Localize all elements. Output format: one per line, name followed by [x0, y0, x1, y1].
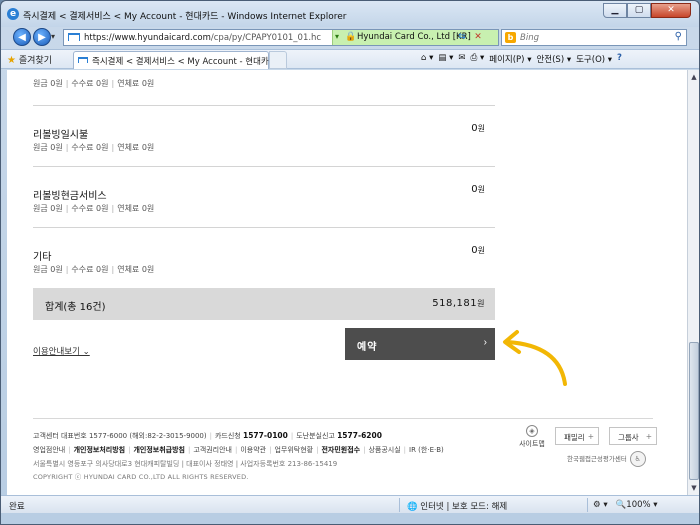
- divider: [33, 166, 495, 167]
- browser-window: e 즉시결제 < 결제서비스 < My Account - 현대카드 - Win…: [0, 0, 700, 525]
- accessibility-award: 한국웹접근성평가센터 ♿: [567, 451, 646, 467]
- compatibility-view-icon[interactable]: ⇆: [455, 31, 469, 44]
- page-menu[interactable]: 페이지(P) ▾: [489, 53, 531, 65]
- page-footer: 고객센터 대표번호 1577-6000 (해외:82-2-3015-9000) |…: [33, 418, 657, 488]
- usage-guide-link[interactable]: 이용안내보기 ⌄: [33, 345, 90, 357]
- item-name: 리볼빙현금서비스: [33, 191, 107, 202]
- certificate-label[interactable]: Hyundai Card Co., Ltd [KR]: [357, 32, 471, 42]
- total-amount: 518,181원: [432, 298, 485, 309]
- footer-link-disclosure[interactable]: 상품공시실: [368, 446, 400, 454]
- footer-links: 영업점안내 | 개인정보처리방침 | 개인정보취급방침 | 고객권리안내 | 이용약관 | 업무위탁…: [33, 446, 444, 454]
- scroll-up-icon[interactable]: ▲: [689, 71, 699, 83]
- item-amount: 0원: [471, 123, 485, 134]
- item-amount: 0원: [471, 245, 485, 256]
- search-input[interactable]: [520, 31, 660, 44]
- status-text: 완료: [9, 502, 25, 512]
- item-detail: 원금 0원 | 수수료 0원 | 연체료 0원: [33, 143, 155, 152]
- reserve-label: 예약: [357, 342, 378, 353]
- vertical-scrollbar[interactable]: ▲ ▼: [687, 70, 699, 495]
- globe-icon: 🌐: [407, 502, 418, 512]
- address-dropdown-icon[interactable]: ▾: [335, 32, 339, 41]
- mail-icon[interactable]: ✉: [458, 53, 465, 65]
- tools-menu[interactable]: 도구(O) ▾: [576, 53, 612, 65]
- footer-link-complaints[interactable]: 전자민원접수: [321, 446, 360, 454]
- item-name: 리볼빙일시불: [33, 130, 89, 141]
- bing-icon: b: [505, 32, 516, 43]
- security-zone-status[interactable]: 🌐 인터넷 | 보호 모드: 해제: [407, 500, 507, 512]
- status-bar: 완료 🌐 인터넷 | 보호 모드: 해제 ⚙ ▾ 🔍100% ▾: [1, 495, 699, 513]
- navigation-bar: ◀ ▶ ▾ https://www.hyundaicard.com/cpa/py…: [1, 27, 699, 49]
- family-site-select[interactable]: 패밀리 +: [555, 427, 599, 445]
- lock-icon: 🔒: [345, 32, 357, 42]
- minimize-button[interactable]: ▁: [603, 3, 627, 18]
- footer-link-branches[interactable]: 영업점안내: [33, 446, 65, 454]
- window-title: 즉시결제 < 결제서비스 < My Account - 현대카드 - Windo…: [23, 12, 347, 22]
- favorites-bar: ★ 즐겨찾기 즉시결제 < 결제서비스 < My Account - 현대카드 …: [1, 49, 699, 69]
- item-detail: 원금 0원 | 수수료 0원 | 연체료 0원: [33, 204, 155, 213]
- search-icon[interactable]: ⚲: [675, 31, 682, 42]
- divider: [33, 227, 495, 228]
- footer-link-privacy-policy[interactable]: 개인정보처리방침: [74, 446, 126, 454]
- favorites-button[interactable]: ★ 즐겨찾기: [7, 53, 52, 66]
- feeds-icon[interactable]: ▤ ▾: [438, 53, 453, 65]
- compass-icon: ◈: [526, 425, 538, 437]
- ie-logo-icon: e: [7, 8, 19, 20]
- tab-page-icon: [78, 57, 88, 63]
- footer-link-ir[interactable]: IR (한·E·B): [409, 446, 444, 454]
- address-bar[interactable]: https://www.hyundaicard.com/cpa/py/CPAPY…: [63, 29, 499, 46]
- footer-link-terms[interactable]: 이용약관: [240, 446, 266, 454]
- back-button[interactable]: ◀: [13, 28, 31, 46]
- forward-button[interactable]: ▶: [33, 28, 51, 46]
- page-icon: [68, 33, 80, 41]
- home-icon[interactable]: ⌂ ▾: [421, 53, 433, 65]
- tab-title: 즉시결제 < 결제서비스 < My Account - 현대카드: [92, 57, 277, 67]
- footer-link-customer-rights[interactable]: 고객권리안내: [193, 446, 232, 454]
- item-detail: 원금 0원 | 수수료 0원 | 연체료 0원: [33, 79, 155, 88]
- award-seal-icon: ♿: [629, 451, 646, 467]
- annotation-arrow-icon: [503, 330, 567, 386]
- address-url[interactable]: https://www.hyundaicard.com/cpa/py/CPAPY…: [84, 33, 321, 43]
- footer-link-outsourcing[interactable]: 업무위탁현황: [274, 446, 313, 454]
- sitemap-label: 사이트맵: [519, 440, 545, 448]
- item-detail: 원금 0원 | 수수료 0원 | 연체료 0원: [33, 265, 155, 274]
- status-divider: [587, 498, 588, 512]
- star-icon: ★: [7, 55, 16, 66]
- company-address: 서울특별시 영등포구 의사당대로3 현대캐피탈빌딩 | 대표이사 정태영 | 사…: [33, 460, 338, 468]
- customer-center-info: 고객센터 대표번호 1577-6000 (해외:82-2-3015-9000) |…: [33, 431, 382, 440]
- group-site-select[interactable]: 그룹사 +: [609, 427, 657, 445]
- title-bar: e 즉시결제 < 결제서비스 < My Account - 현대카드 - Win…: [1, 1, 699, 27]
- stop-icon[interactable]: ✕: [471, 31, 485, 44]
- item-name: 기타: [33, 252, 52, 263]
- close-button[interactable]: ✕: [651, 3, 691, 18]
- command-bar: ⌂ ▾ ▤ ▾ ✉ ⎙ ▾ 페이지(P) ▾ 안전(S) ▾ 도구(O) ▾ ?: [421, 53, 622, 65]
- plus-icon: +: [645, 432, 652, 441]
- copyright: COPYRIGHT ⓒ HYUNDAI CARD CO.,LTD ALL RIG…: [33, 473, 249, 481]
- total-label: 합계(총 16건): [45, 302, 106, 313]
- print-icon[interactable]: ⎙ ▾: [471, 53, 485, 65]
- total-summary: 합계(총 16건) 518,181원: [33, 288, 495, 320]
- divider: [33, 105, 495, 106]
- maximize-button[interactable]: ▢: [627, 3, 651, 18]
- safety-menu[interactable]: 안전(S) ▾: [536, 53, 571, 65]
- scrollbar-thumb[interactable]: [689, 342, 699, 480]
- plus-icon: +: [587, 432, 594, 441]
- item-amount: 0원: [471, 184, 485, 195]
- new-tab-button[interactable]: [269, 51, 287, 69]
- browser-tab[interactable]: 즉시결제 < 결제서비스 < My Account - 현대카드: [73, 51, 277, 69]
- footer-link-privacy-handling[interactable]: 개인정보취급방침: [133, 446, 185, 454]
- scroll-down-icon[interactable]: ▼: [689, 482, 699, 494]
- page-content: 원금 0원 | 수수료 0원 | 연체료 0원 리볼빙일시불 0원 원금 0원 | 수수료 …: [7, 70, 687, 495]
- window-controls: ▁ ▢ ✕: [603, 3, 691, 18]
- chevron-right-icon: ›: [483, 337, 487, 348]
- zoom-control[interactable]: ⚙ ▾ 🔍100% ▾: [593, 500, 658, 510]
- search-box[interactable]: b ⚲: [501, 29, 687, 46]
- reserve-button[interactable]: 예약 ›: [345, 328, 495, 360]
- history-dropdown-icon[interactable]: ▾: [51, 32, 55, 41]
- help-icon[interactable]: ?: [617, 53, 622, 65]
- sitemap-button[interactable]: ◈ 사이트맵: [517, 425, 547, 449]
- status-divider: [399, 498, 400, 512]
